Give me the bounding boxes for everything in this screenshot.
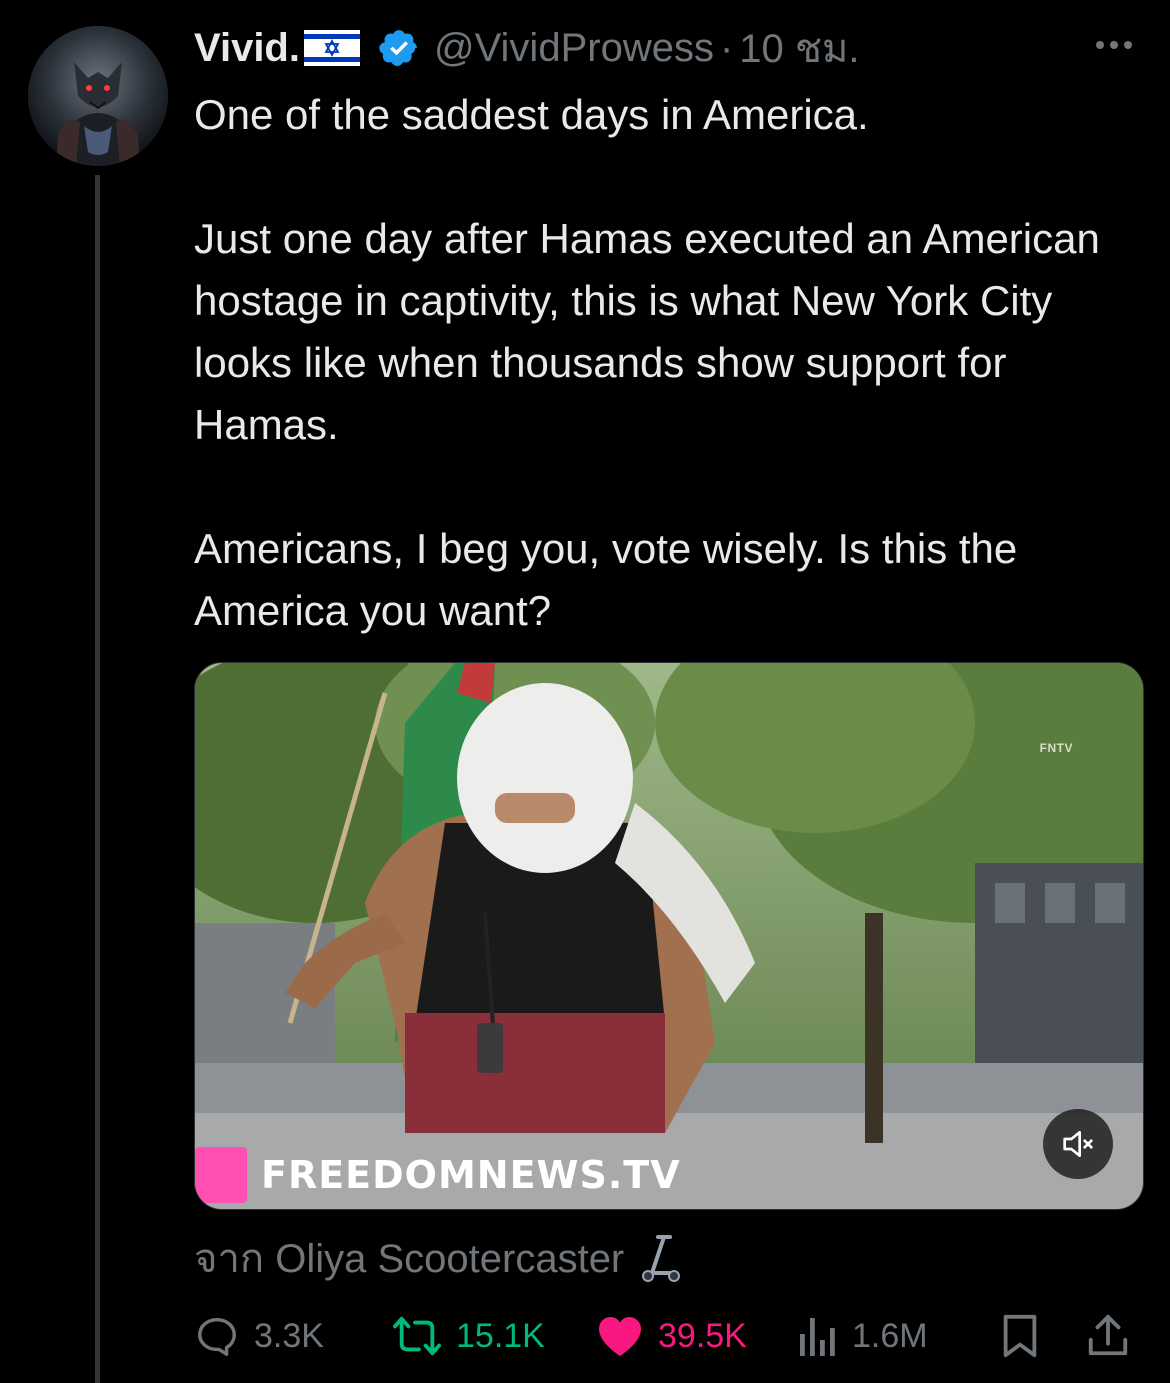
thread-line [95,175,100,1383]
bookmark-icon [1003,1314,1037,1358]
avatar[interactable] [28,26,168,166]
israel-flag-icon [303,30,360,66]
verified-badge-icon[interactable] [378,27,420,69]
video-attribution[interactable]: จาก Oliya Scootercaster [194,1232,682,1284]
reply-button[interactable]: 3.3K [194,1308,324,1364]
tweet-actions: 3.3K 15.1K 39.5K 1.6M [194,1308,1140,1364]
share-button[interactable] [1086,1308,1130,1364]
attribution-text[interactable]: จาก Oliya Scootercaster [194,1226,624,1290]
views-count: 1.6M [852,1316,928,1355]
like-button[interactable]: 39.5K [596,1308,747,1364]
like-count: 39.5K [658,1316,747,1355]
display-name[interactable]: Vivid. [194,26,300,71]
retweet-icon [393,1316,441,1356]
reply-count: 3.3K [254,1316,324,1355]
heart-filled-icon [599,1317,641,1356]
views-button[interactable]: 1.6M [798,1308,928,1364]
wolf-warrior-avatar-image [28,26,168,166]
bookmark-button[interactable] [1000,1308,1040,1364]
share-icon [1088,1314,1128,1356]
scooter-icon [642,1235,681,1282]
tweet-header: Vivid. @VividProwess · 10 ชม. [194,20,860,76]
brand-text: FREEDOMNEWS.TV [261,1153,681,1197]
tweet-text: One of the saddest days in America. Just… [194,91,1100,634]
separator-dot: · [719,25,734,70]
brand-overlay: FREEDOMNEWS.TV [195,1147,681,1203]
video-watermark: FNTV [1039,741,1073,755]
mute-button[interactable] [1043,1109,1113,1179]
more-options-icon[interactable] [1092,30,1136,60]
analytics-icon [800,1318,835,1356]
brand-pink-block [195,1147,247,1203]
reply-icon [198,1317,236,1356]
user-handle[interactable]: @VividProwess [434,26,714,71]
timestamp[interactable]: 10 ชม. [739,16,859,80]
retweet-button[interactable]: 15.1K [392,1308,545,1364]
protest-video-frame [195,663,1143,1209]
video-player[interactable]: FNTV FREEDOMNEWS.TV [194,662,1144,1210]
speaker-muted-icon [1063,1131,1093,1157]
retweet-count: 15.1K [456,1316,545,1355]
